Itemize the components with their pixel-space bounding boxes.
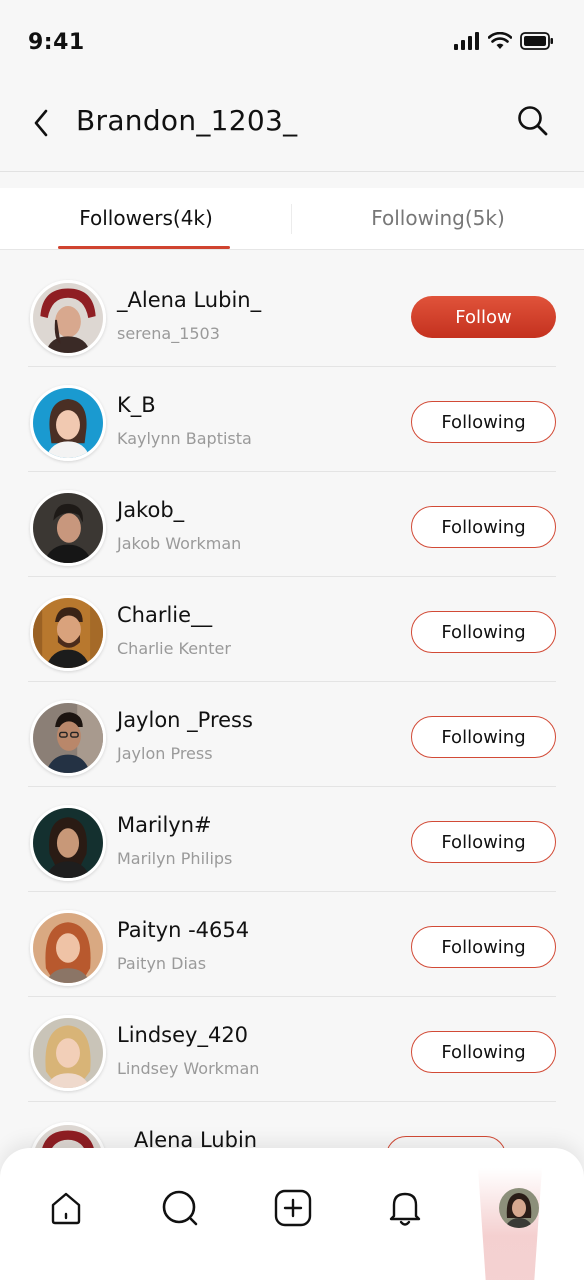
nav-search[interactable] <box>158 1186 202 1230</box>
header: Brandon_1203_ <box>0 84 584 172</box>
search-icon <box>518 106 548 136</box>
back-button[interactable] <box>26 106 56 140</box>
user-handle: Marilyn Philips <box>117 849 233 868</box>
user-handle: Charlie Kenter <box>117 639 231 658</box>
status-bar: 9:41 <box>0 0 584 84</box>
tab-followers[interactable]: Followers(4k) <box>0 188 292 250</box>
avatar <box>30 910 106 986</box>
wifi-icon <box>488 32 512 49</box>
page-title: Brandon_1203_ <box>76 104 298 137</box>
nav-notifications[interactable] <box>383 1186 427 1230</box>
list-item[interactable]: Paityn -4654 Paityn Dias Following <box>28 892 556 997</box>
nav-profile-avatar[interactable] <box>499 1188 539 1228</box>
list-item[interactable]: Charlie__ Charlie Kenter Following <box>28 577 556 682</box>
search-button[interactable] <box>516 104 550 138</box>
avatar <box>30 280 106 356</box>
following-button[interactable]: Following <box>411 506 556 548</box>
user-handle: Lindsey Workman <box>117 1059 260 1078</box>
chevron-left-icon <box>34 109 48 137</box>
list-item[interactable]: K_B Kaylynn Baptista Following <box>28 367 556 472</box>
user-name: K_B <box>117 393 156 417</box>
following-button[interactable]: Following <box>411 821 556 863</box>
avatar <box>30 490 106 566</box>
add-post-icon <box>274 1189 312 1227</box>
list-item[interactable]: Lindsey_420 Lindsey Workman Following <box>28 997 556 1102</box>
user-handle: Jakob Workman <box>117 534 242 553</box>
user-name: Jaylon _Press <box>117 708 253 732</box>
user-handle: Kaylynn Baptista <box>117 429 252 448</box>
user-name: _Alena Lubin_ <box>117 288 262 312</box>
tab-bar: Followers(4k) Following(5k) <box>0 188 584 250</box>
user-name: Jakob_ <box>117 498 185 522</box>
avatar <box>30 805 106 881</box>
battery-icon <box>520 32 553 50</box>
following-button[interactable]: Following <box>411 716 556 758</box>
following-button[interactable]: Following <box>411 401 556 443</box>
user-name: Paityn -4654 <box>117 918 250 942</box>
list-item[interactable]: _Alena Lubin_ serena_1503 Follow <box>28 262 556 367</box>
user-handle: serena_1503 <box>117 324 220 343</box>
list-item[interactable]: Marilyn# Marilyn Philips Following <box>28 787 556 892</box>
signal-icon <box>454 32 479 50</box>
user-handle: Paityn Dias <box>117 954 207 973</box>
notifications-icon <box>389 1192 421 1226</box>
list-item[interactable]: Jaylon _Press Jaylon Press Following <box>28 682 556 787</box>
active-tab-indicator <box>58 246 230 249</box>
tab-following[interactable]: Following(5k) <box>292 188 584 250</box>
following-button[interactable]: Following <box>411 1031 556 1073</box>
search-icon <box>162 1190 198 1226</box>
nav-home[interactable] <box>44 1186 88 1230</box>
status-icons <box>454 32 554 50</box>
avatar <box>30 700 106 776</box>
status-time: 9:41 <box>28 30 85 55</box>
avatar <box>30 385 106 461</box>
user-name: Lindsey_420 <box>117 1023 249 1047</box>
bottom-navigation <box>0 1148 584 1280</box>
user-handle: Jaylon Press <box>117 744 213 763</box>
user-name: Marilyn# <box>117 813 212 837</box>
avatar <box>30 595 106 671</box>
user-name: Charlie__ <box>117 603 213 627</box>
follow-button[interactable]: Follow <box>411 296 556 338</box>
follower-list: _Alena Lubin_ serena_1503 Follow K_B Kay… <box>0 262 584 1198</box>
following-button[interactable]: Following <box>411 926 556 968</box>
avatar <box>30 1015 106 1091</box>
nav-add-post[interactable] <box>271 1186 315 1230</box>
home-icon <box>51 1192 81 1225</box>
following-button[interactable]: Following <box>411 611 556 653</box>
list-item[interactable]: Jakob_ Jakob Workman Following <box>28 472 556 577</box>
